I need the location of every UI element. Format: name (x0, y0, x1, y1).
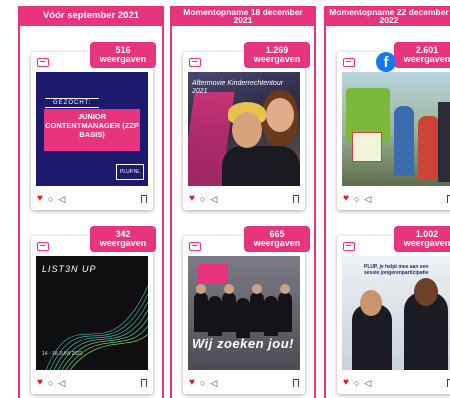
instagram-post-card[interactable]: Wij zoeken jou! ♥ ○ ◁ (183, 236, 305, 394)
bookmark-icon[interactable] (141, 379, 147, 387)
column-header: Vóór september 2021 (18, 6, 164, 26)
post-image[interactable]: LIST3N UP 14 - 18 JUNI 2021 (36, 256, 148, 370)
person (222, 292, 236, 332)
send-icon[interactable]: ◁ (210, 378, 217, 388)
post-image[interactable]: Aftermovie Kinderrechtentour 2021 (188, 72, 300, 186)
instagram-post-card[interactable]: ♥ ○ ◁ (337, 52, 450, 210)
image-text: LIST3N UP (42, 264, 97, 274)
post-actions: ♥ ○ ◁ (189, 194, 299, 204)
sign (198, 264, 228, 284)
instagram-post-card[interactable]: Aftermovie Kinderrechtentour 2021 ♥ ○ ◁ (183, 52, 305, 210)
image-text: JUNIOR CONTENTMANAGER (ZZP BASIS) (44, 109, 140, 151)
instagram-post-card[interactable]: GEZOCHT: JUNIOR CONTENTMANAGER (ZZP BASI… (31, 52, 153, 210)
comment-icon[interactable]: ○ (48, 378, 53, 388)
send-icon[interactable]: ◁ (364, 194, 371, 204)
heart-icon[interactable]: ♥ (37, 194, 43, 204)
person (418, 116, 440, 180)
comment-icon[interactable]: ○ (48, 194, 53, 204)
person (208, 296, 222, 336)
column-snapshot-18-december-2021: Momentopname 18 december 2021 Aftermovie… (170, 6, 316, 398)
image-text: Wij zoeken jou! (192, 336, 294, 351)
instagram-icon (189, 242, 201, 251)
views-unit: weergaven (253, 238, 301, 248)
instagram-post-card[interactable]: LIST3N UP 14 - 18 JUNI 2021 ♥ ○ ◁ (31, 236, 153, 394)
post-actions: ♥ ○ ◁ (37, 378, 147, 388)
instagram-icon (343, 58, 355, 67)
comment-icon[interactable]: ○ (200, 194, 205, 204)
person (414, 278, 438, 306)
views-unit: weergaven (253, 54, 301, 64)
image-text: PLUP, je helpt mee aan een sessie jonger… (364, 264, 429, 276)
views-badge: 516 weergaven (90, 42, 156, 68)
heart-icon[interactable]: ♥ (343, 378, 349, 388)
person (222, 146, 300, 186)
person (264, 296, 278, 336)
send-icon[interactable]: ◁ (58, 194, 65, 204)
views-unit: weergaven (403, 238, 450, 248)
views-unit: weergaven (99, 238, 147, 248)
person (196, 284, 206, 294)
person (394, 106, 414, 176)
post-image[interactable] (342, 72, 450, 186)
post-actions: ♥ ○ ◁ (37, 194, 147, 204)
post-image[interactable]: PLUP, je helpt mee aan een sessie jonger… (342, 256, 450, 370)
person (360, 290, 382, 316)
person (194, 292, 208, 332)
views-badge: 665 weergaven (244, 226, 310, 252)
image-text: GEZOCHT: (45, 98, 100, 108)
sign (352, 132, 382, 162)
post-image[interactable]: GEZOCHT: JUNIOR CONTENTMANAGER (ZZP BASI… (36, 72, 148, 186)
person (266, 98, 294, 132)
image-text: Aftermovie Kinderrechtentour 2021 (192, 80, 284, 95)
person (232, 112, 262, 148)
bookmark-icon[interactable] (293, 379, 299, 387)
send-icon[interactable]: ◁ (364, 378, 371, 388)
instagram-icon (37, 242, 49, 251)
post-actions: ♥ ○ ◁ (343, 194, 450, 204)
instagram-post-card[interactable]: PLUP, je helpt mee aan een sessie jonger… (337, 236, 450, 394)
views-unit: weergaven (403, 54, 450, 64)
views-badge: 1.002 weergaven (394, 226, 450, 252)
views-badge: 1.269 weergaven (244, 42, 310, 68)
heart-icon[interactable]: ♥ (189, 378, 195, 388)
facebook-icon: f (376, 52, 396, 72)
post-image[interactable]: Wij zoeken jou! (188, 256, 300, 370)
person (252, 284, 262, 294)
column-before-september-2021: Vóór september 2021 GEZOCHT: JUNIOR CONT… (18, 6, 164, 398)
instagram-icon (37, 58, 49, 67)
bookmark-icon[interactable] (293, 195, 299, 203)
person (224, 284, 234, 294)
person (250, 292, 264, 332)
heart-icon[interactable]: ♥ (189, 194, 195, 204)
comment-icon[interactable]: ○ (354, 194, 359, 204)
person (280, 284, 290, 294)
heart-icon[interactable]: ♥ (343, 194, 349, 204)
views-unit: weergaven (99, 54, 147, 64)
comment-icon[interactable]: ○ (200, 378, 205, 388)
send-icon[interactable]: ◁ (210, 194, 217, 204)
send-icon[interactable]: ◁ (58, 378, 65, 388)
image-text: 14 - 18 JUNI 2021 (42, 351, 83, 357)
person (438, 102, 450, 182)
person (236, 298, 250, 338)
person (278, 292, 292, 332)
post-actions: ♥ ○ ◁ (343, 378, 450, 388)
post-actions: ♥ ○ ◁ (189, 378, 299, 388)
bookmark-icon[interactable] (141, 195, 147, 203)
instagram-icon (343, 242, 355, 251)
image-text: PLUP.NL (116, 164, 144, 180)
views-badge: 342 weergaven (90, 226, 156, 252)
group-photo (194, 284, 294, 338)
heart-icon[interactable]: ♥ (37, 378, 43, 388)
views-badge: 2.601 weergaven (394, 42, 450, 68)
column-header: Momentopname 18 december 2021 (170, 6, 316, 26)
column-snapshot-22-december-2022: Momentopname 22 december 2022 ♥ ○ ◁ f 2.… (324, 6, 450, 398)
column-header: Momentopname 22 december 2022 (324, 6, 450, 26)
instagram-icon (189, 58, 201, 67)
comment-icon[interactable]: ○ (354, 378, 359, 388)
